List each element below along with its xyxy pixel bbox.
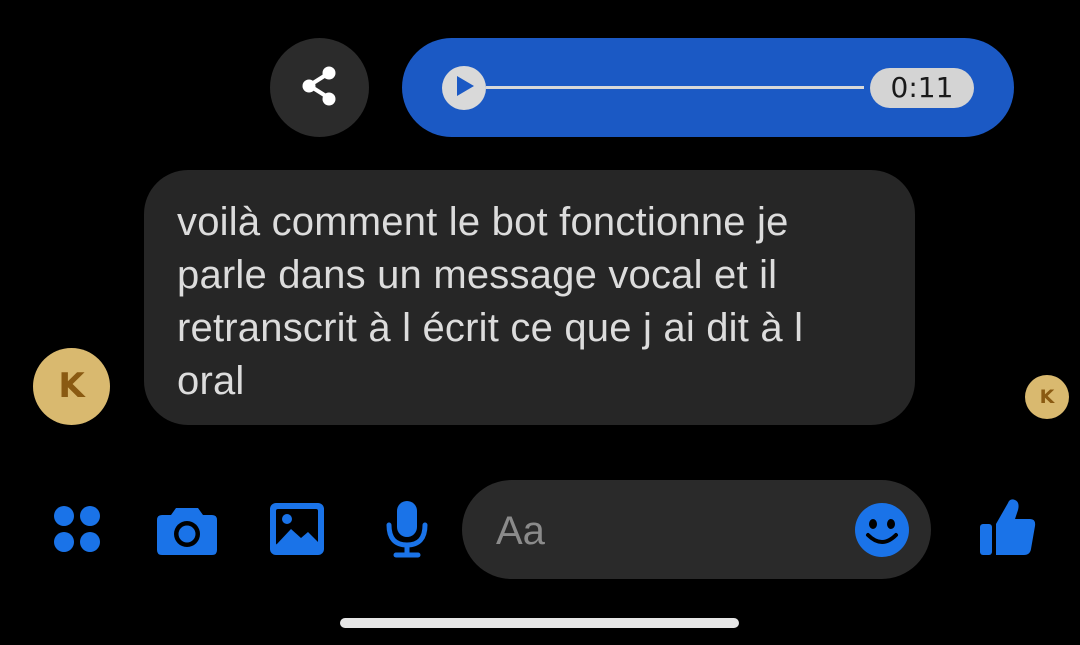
chat-screen: 0:11 voilà comment le bot fonctionne je … bbox=[0, 0, 1080, 645]
message-input-container bbox=[462, 480, 931, 579]
microphone-button[interactable] bbox=[383, 500, 431, 562]
apps-grid-icon bbox=[50, 502, 104, 560]
incoming-message-bubble[interactable]: voilà comment le bot fonctionne je parle… bbox=[144, 170, 915, 425]
apps-button[interactable] bbox=[48, 502, 106, 560]
microphone-icon bbox=[384, 499, 430, 563]
like-button[interactable] bbox=[978, 498, 1038, 560]
share-icon bbox=[298, 64, 342, 112]
home-indicator[interactable] bbox=[340, 618, 739, 628]
image-icon bbox=[269, 502, 325, 560]
message-line: retranscrit à l écrit ce que j ai dit à … bbox=[177, 306, 804, 350]
read-receipt-avatar: K bbox=[1025, 375, 1069, 419]
gallery-button[interactable] bbox=[268, 502, 326, 560]
sender-avatar[interactable]: K bbox=[33, 348, 110, 425]
emoji-button[interactable] bbox=[854, 502, 910, 558]
emoji-icon bbox=[854, 503, 910, 562]
play-icon bbox=[452, 74, 476, 102]
voice-duration: 0:11 bbox=[870, 68, 974, 108]
share-button[interactable] bbox=[270, 38, 369, 137]
message-input[interactable] bbox=[494, 500, 828, 562]
camera-button[interactable] bbox=[155, 502, 219, 560]
thumbs-up-icon bbox=[979, 497, 1037, 561]
play-button[interactable] bbox=[442, 66, 486, 110]
message-line: parle dans un message vocal et il bbox=[177, 253, 778, 297]
camera-icon bbox=[156, 502, 218, 560]
message-line: voilà comment le bot fonctionne je bbox=[177, 200, 789, 244]
voice-progress-track[interactable] bbox=[486, 86, 864, 89]
message-line: oral bbox=[177, 359, 245, 403]
voice-message-bubble: 0:11 bbox=[402, 38, 1014, 137]
